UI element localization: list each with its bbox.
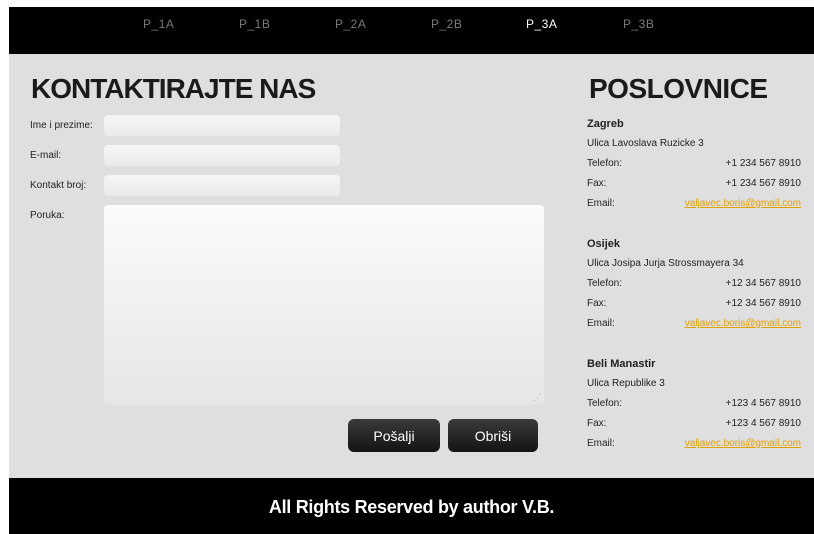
office-email-row: Email: valjavec.boris@gmail.com: [587, 434, 801, 454]
office-zagreb: Zagreb Ulica Lavoslava Ruzicke 3 Telefon…: [587, 114, 801, 214]
email-label: Email:: [587, 438, 615, 449]
phone-value: +1 234 567 8910: [725, 158, 801, 169]
phone-label: Kontakt broj:: [30, 180, 87, 191]
fax-label: Fax:: [587, 298, 607, 309]
message-label: Poruka:: [30, 210, 65, 221]
email-link[interactable]: valjavec.boris@gmail.com: [685, 314, 801, 334]
email-link[interactable]: valjavec.boris@gmail.com: [685, 434, 801, 454]
office-email-row: Email: valjavec.boris@gmail.com: [587, 314, 801, 334]
phone-input[interactable]: [104, 175, 340, 196]
office-phone-row: Telefon: +123 4 567 8910: [587, 394, 801, 414]
office-phone-row: Telefon: +12 34 567 8910: [587, 274, 801, 294]
nav-item-p3a[interactable]: P_3A: [526, 17, 557, 31]
phone-value: +123 4 567 8910: [725, 398, 801, 409]
send-button[interactable]: Pošalji: [348, 419, 440, 452]
resize-grip-icon[interactable]: ⋰: [533, 393, 542, 402]
offices-title: POSLOVNICE: [589, 73, 768, 104]
nav-item-p1a[interactable]: P_1A: [143, 17, 174, 31]
fax-value: +12 34 567 8910: [725, 298, 801, 309]
phone-label: Telefon:: [587, 278, 623, 289]
phone-label: Telefon:: [587, 158, 623, 169]
office-city: Zagreb: [587, 118, 624, 130]
office-address: Ulica Republike 3: [587, 378, 665, 389]
office-phone-row: Telefon: +1 234 567 8910: [587, 154, 801, 174]
office-address: Ulica Josipa Jurja Strossmayera 34: [587, 258, 744, 269]
office-fax-row: Fax: +123 4 567 8910: [587, 414, 801, 434]
fax-value: +123 4 567 8910: [725, 418, 801, 429]
message-textarea[interactable]: [104, 205, 544, 405]
nav-item-p2b[interactable]: P_2B: [431, 17, 462, 31]
nav-item-p1b[interactable]: P_1B: [239, 17, 270, 31]
email-input[interactable]: [104, 145, 340, 166]
phone-value: +12 34 567 8910: [725, 278, 801, 289]
fax-label: Fax:: [587, 178, 607, 189]
fax-label: Fax:: [587, 418, 607, 429]
email-label: Email:: [587, 198, 615, 209]
name-label: Ime i prezime:: [30, 120, 93, 131]
fax-value: +1 234 567 8910: [725, 178, 801, 189]
office-fax-row: Fax: +12 34 567 8910: [587, 294, 801, 314]
name-input[interactable]: [104, 115, 340, 136]
contact-title: KONTAKTIRAJTE NAS: [31, 73, 316, 104]
clear-button[interactable]: Obriši: [448, 419, 538, 452]
page-frame: P_1A P_1B P_2A P_2B P_3A P_3B KONTAKTIRA…: [9, 7, 814, 534]
email-link[interactable]: valjavec.boris@gmail.com: [685, 194, 801, 214]
office-osijek: Osijek Ulica Josipa Jurja Strossmayera 3…: [587, 234, 801, 334]
office-beli-manastir: Beli Manastir Ulica Republike 3 Telefon:…: [587, 354, 801, 454]
office-city: Osijek: [587, 238, 621, 250]
office-address: Ulica Lavoslava Ruzicke 3: [587, 138, 704, 149]
office-city: Beli Manastir: [587, 358, 656, 370]
email-label: E-mail:: [30, 150, 62, 161]
office-email-row: Email: valjavec.boris@gmail.com: [587, 194, 801, 214]
office-fax-row: Fax: +1 234 567 8910: [587, 174, 801, 194]
footer: All Rights Reserved by author V.B.: [9, 478, 814, 534]
nav-item-p2a[interactable]: P_2A: [335, 17, 366, 31]
nav-item-p3b[interactable]: P_3B: [623, 17, 654, 31]
footer-copyright: All Rights Reserved by author V.B.: [268, 497, 555, 517]
phone-label: Telefon:: [587, 398, 623, 409]
top-nav: P_1A P_1B P_2A P_2B P_3A P_3B: [9, 7, 814, 54]
email-label: Email:: [587, 318, 615, 329]
